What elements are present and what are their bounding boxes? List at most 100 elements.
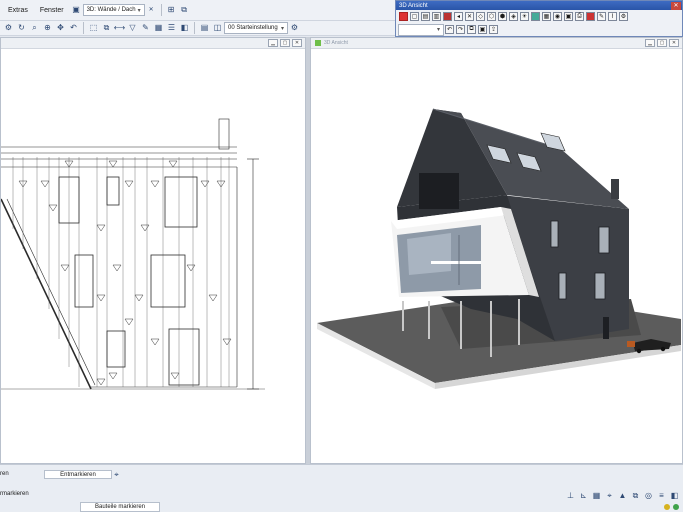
- marker-icon[interactable]: [586, 12, 595, 21]
- table-icon[interactable]: ▤: [199, 23, 210, 34]
- perspective-icon[interactable]: ◇: [476, 12, 485, 21]
- slanted-wall: [0, 198, 92, 390]
- track-icon[interactable]: ⌖: [604, 490, 615, 501]
- status-light-yellow: [664, 504, 670, 510]
- photo-icon[interactable]: ▣: [564, 12, 573, 21]
- close-small-icon[interactable]: ✕: [465, 12, 474, 21]
- side-window: [550, 220, 559, 248]
- close-icon[interactable]: ✕: [292, 39, 302, 47]
- object-snap-icon[interactable]: ◎: [643, 490, 654, 501]
- chimney: [611, 179, 619, 199]
- save-icon[interactable]: ▣: [478, 25, 487, 34]
- lock-icon[interactable]: ▲: [617, 490, 628, 501]
- export-icon[interactable]: ⇪: [489, 25, 498, 34]
- brush-icon[interactable]: ⌇: [608, 12, 617, 21]
- group-icon[interactable]: ◫: [212, 23, 223, 34]
- close-small-icon[interactable]: ✕: [146, 5, 157, 16]
- separator: [83, 22, 84, 34]
- room-opening: [106, 176, 120, 206]
- zoom-icon[interactable]: ⌕: [29, 23, 40, 34]
- shaded-icon[interactable]: ◈: [509, 12, 518, 21]
- measure-icon[interactable]: ⟷: [114, 23, 125, 34]
- chimney-outline: [218, 118, 230, 150]
- copy-icon[interactable]: ⧉: [467, 25, 476, 34]
- undo-view-icon[interactable]: ↶: [445, 25, 454, 34]
- select-icon[interactable]: ⬚: [88, 23, 99, 34]
- wireframe-icon[interactable]: ⬡: [487, 12, 496, 21]
- pen-icon[interactable]: ✎: [140, 23, 151, 34]
- texture-icon[interactable]: ▦: [542, 12, 551, 21]
- unmark-button-label: Entmarkieren: [60, 471, 96, 478]
- pen-icon[interactable]: ✎: [597, 12, 606, 21]
- rotate-icon[interactable]: ↻: [16, 23, 27, 34]
- entrance-door: [603, 317, 609, 339]
- layer-toggle-icon[interactable]: ⧉: [630, 490, 641, 501]
- menu-extras[interactable]: Extras: [2, 7, 34, 14]
- status-light-green: [673, 504, 679, 510]
- room-opening: [74, 254, 94, 308]
- side-window: [558, 272, 567, 300]
- settings-icon[interactable]: ⚙: [3, 23, 14, 34]
- menu-fenster[interactable]: Fenster: [34, 7, 70, 14]
- minimize-icon[interactable]: ▁: [645, 39, 655, 47]
- toolbar: ⚙ ↻ ⌕ ⊕ ✥ ↶ ⬚ ⧉ ⟷ ▽ ✎ ▦ ☰ ◧ ▤ ◫ 00 Start…: [0, 21, 395, 36]
- panel-row-2: ▾ ↶ ↷ ⧉ ▣ ⇪: [396, 23, 682, 36]
- view-side-icon[interactable]: ▤: [421, 12, 430, 21]
- maximize-icon[interactable]: ▢: [280, 39, 290, 47]
- layer-combo[interactable]: 00 Starteinstellung ▾: [224, 22, 288, 34]
- camera-icon[interactable]: ◉: [553, 12, 562, 21]
- panel-titlebar[interactable]: 3D Ansicht ✕: [396, 1, 682, 10]
- filter-icon[interactable]: ▽: [127, 23, 138, 34]
- hidden-line-icon[interactable]: ⬢: [498, 12, 507, 21]
- ortho-icon[interactable]: ⊾: [578, 490, 589, 501]
- layers-icon[interactable]: ☰: [166, 23, 177, 34]
- grid-toggle-icon[interactable]: ▦: [591, 490, 602, 501]
- minimize-icon[interactable]: ▁: [268, 39, 278, 47]
- plan-viewport[interactable]: ▁ ▢ ✕: [0, 37, 306, 464]
- house-3d-render: [317, 108, 681, 389]
- pan-icon[interactable]: ✥: [55, 23, 66, 34]
- snap-icon[interactable]: ⊥: [565, 490, 576, 501]
- mark-button-label: Bauteile markieren: [94, 504, 146, 510]
- close-icon[interactable]: ✕: [671, 1, 681, 10]
- redo-view-icon[interactable]: ↷: [456, 25, 465, 34]
- grid-icon[interactable]: ▦: [153, 23, 164, 34]
- zoom-in-icon[interactable]: ⊕: [42, 23, 53, 34]
- arrow-left-icon[interactable]: ◂: [454, 12, 463, 21]
- floor-plan-icon[interactable]: ⊞: [166, 5, 177, 16]
- bottom-label-1: ren: [0, 471, 9, 477]
- lineweight-icon[interactable]: ≡: [656, 490, 667, 501]
- green-cube-icon[interactable]: [531, 12, 540, 21]
- undo-icon[interactable]: ↶: [68, 23, 79, 34]
- view-front-icon[interactable]: ▢: [410, 12, 419, 21]
- status-icons: ⊥ ⊾ ▦ ⌖ ▲ ⧉ ◎ ≡ ◧: [564, 490, 681, 501]
- view-combo[interactable]: 3D: Wände / Dach ▾: [82, 4, 145, 16]
- pointer-icon[interactable]: ⌖: [111, 469, 122, 480]
- menu-bar: Extras Fenster ▣ 3D: Wände / Dach ▾ ✕ ⊞ …: [0, 0, 395, 21]
- room-opening: [106, 330, 126, 368]
- car-wheel: [636, 348, 642, 354]
- window-switch-icon[interactable]: ▣: [71, 5, 82, 16]
- paint-icon[interactable]: ◧: [179, 23, 190, 34]
- layer-icon[interactable]: ⧉: [179, 5, 190, 16]
- status-lights: [664, 504, 679, 510]
- 3d-viewport[interactable]: 3D Ansicht ▁ ▢ ✕: [310, 37, 683, 464]
- box-window-pane: [407, 233, 451, 275]
- light-icon[interactable]: ☀: [520, 12, 529, 21]
- fill-icon[interactable]: ◧: [669, 490, 680, 501]
- properties-icon[interactable]: ⚙: [289, 23, 300, 34]
- settings-icon[interactable]: ⚙: [619, 12, 628, 21]
- print-icon[interactable]: ⎙: [575, 12, 584, 21]
- red-view-icon[interactable]: [399, 12, 408, 21]
- viewport-title: 3D Ansicht: [315, 40, 348, 46]
- mark-components-button[interactable]: Bauteile markieren: [80, 502, 160, 512]
- copy-icon[interactable]: ⧉: [101, 23, 112, 34]
- render-icon[interactable]: [443, 12, 452, 21]
- maximize-icon[interactable]: ▢: [657, 39, 667, 47]
- close-icon[interactable]: ✕: [669, 39, 679, 47]
- chevron-down-icon: ▾: [436, 27, 440, 33]
- view-top-icon[interactable]: ▥: [432, 12, 441, 21]
- unmark-button[interactable]: Entmarkieren: [44, 470, 112, 479]
- panel-combo[interactable]: ▾: [398, 23, 444, 36]
- floor-plan-drawing: [0, 118, 265, 390]
